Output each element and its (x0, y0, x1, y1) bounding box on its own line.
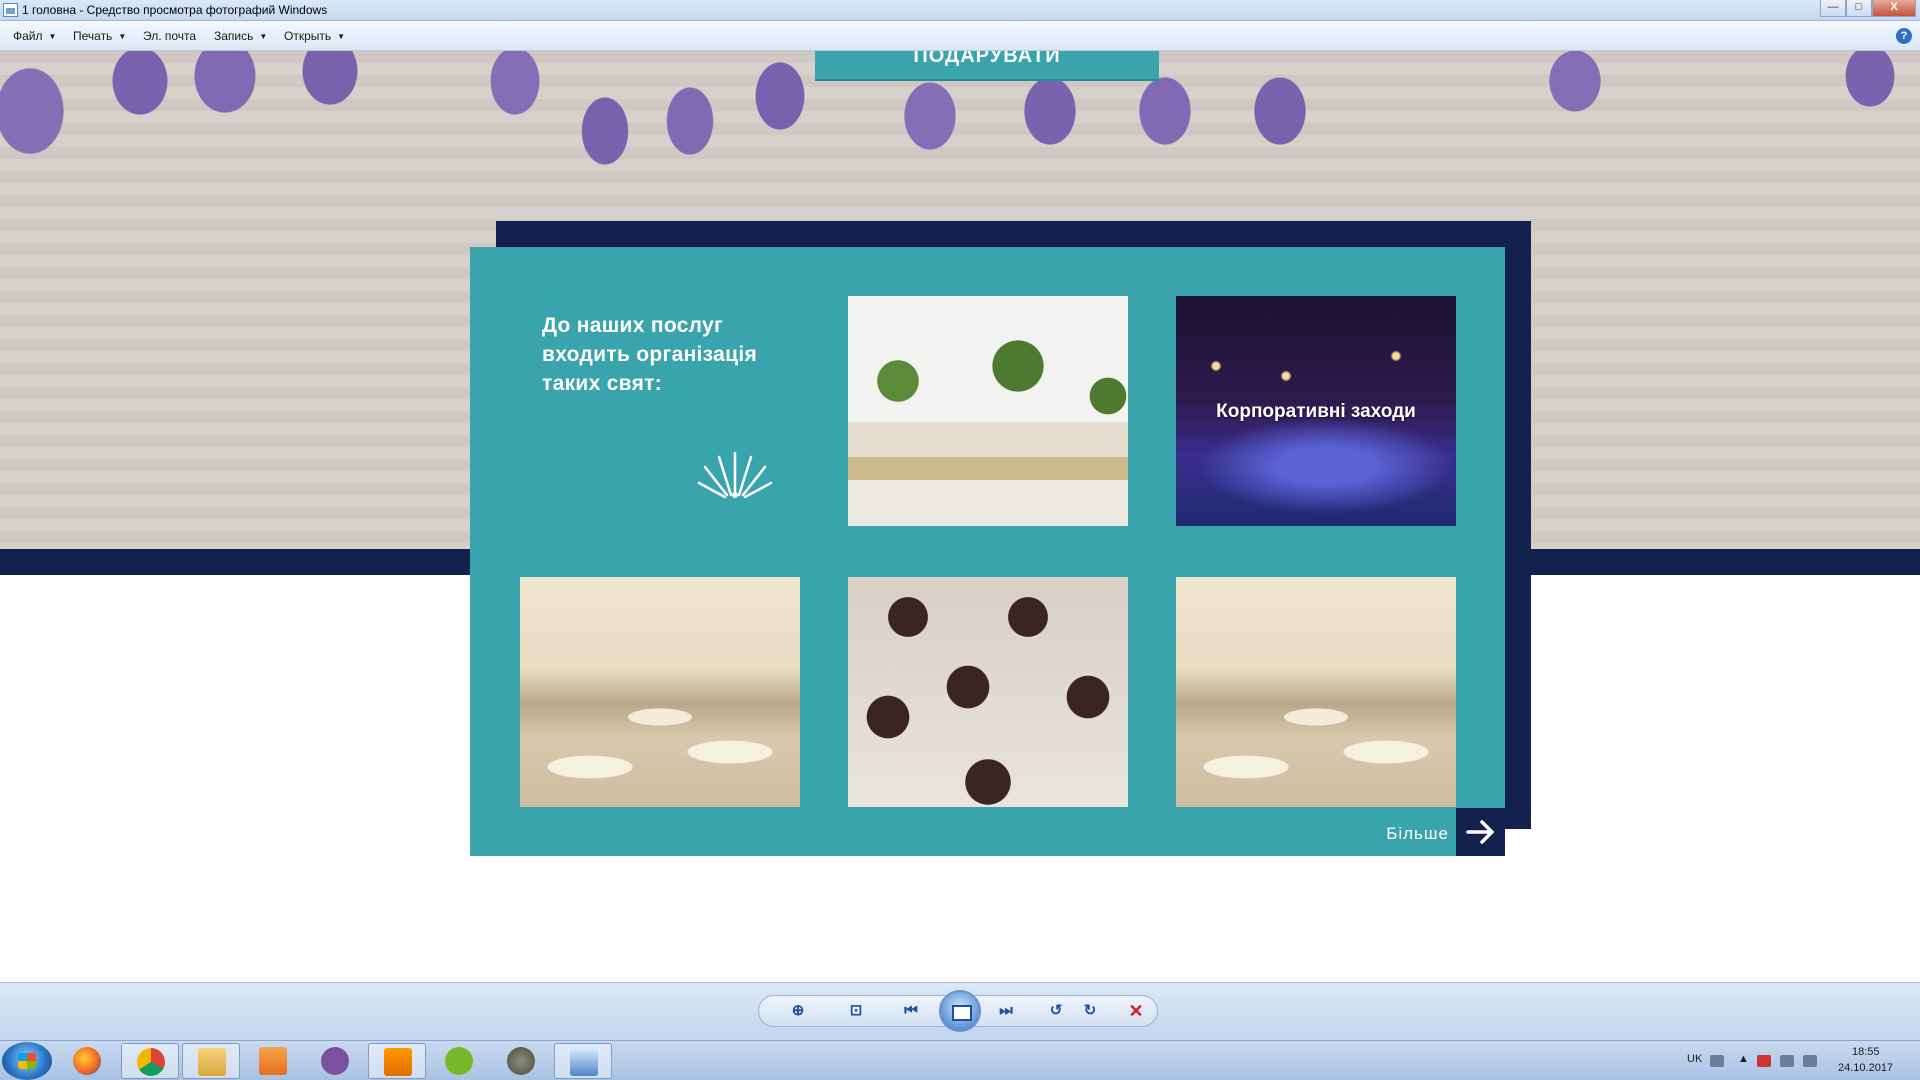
chrome-icon[interactable] (121, 1043, 179, 1079)
more-link: Більше (1386, 824, 1449, 843)
menu-print[interactable]: Печать ▼ (73, 29, 126, 43)
close-button[interactable]: X (1872, 0, 1916, 17)
photo-tile-banquet-hall[interactable] (848, 577, 1128, 807)
chevron-down-icon: ▼ (118, 32, 127, 42)
gift-button: ПОДАРУВАТИ (815, 51, 1159, 81)
language-indicator[interactable]: UK (1687, 1053, 1702, 1065)
start-button[interactable] (2, 1042, 52, 1080)
photo-viewer-icon[interactable] (554, 1043, 612, 1079)
services-card: До наших послуг входить організація таки… (470, 247, 1505, 856)
delete-icon[interactable]: ✕ (1125, 1001, 1147, 1021)
minimize-button[interactable]: — (1820, 0, 1846, 17)
photo-tile-corporate-events[interactable]: Корпоративні заходи (1176, 296, 1456, 526)
tray-expand-icon[interactable]: ▲ (1738, 1053, 1749, 1065)
clock-date[interactable]: 24.10.2017 (1838, 1062, 1893, 1074)
media-player-icon[interactable] (244, 1043, 302, 1079)
photo-viewer-window: 1 головна - Средство просмотра фотографи… (0, 0, 1920, 1080)
keyboard-icon[interactable] (1710, 1055, 1724, 1067)
viewer-toolbar: ⊕ ⊡ ⏮ ⏭ ↺ ↻ ✕ (0, 982, 1920, 1040)
clock-time[interactable]: 18:55 (1852, 1046, 1880, 1058)
image-viewport: ПОДАРУВАТИ До наших послуг входить орган… (0, 51, 1920, 982)
viber-icon[interactable] (306, 1043, 364, 1079)
chevron-down-icon: ▼ (48, 32, 57, 42)
fit-icon[interactable]: ⊡ (845, 1001, 867, 1021)
next-icon[interactable]: ⏭ (995, 1001, 1017, 1021)
sublime-icon[interactable] (368, 1043, 426, 1079)
rotate-left-icon[interactable]: ↺ (1045, 1001, 1067, 1021)
menu-email[interactable]: Эл. почта (143, 29, 196, 43)
title-bar: 1 головна - Средство просмотра фотографи… (0, 0, 1920, 21)
previous-icon[interactable]: ⏮ (900, 1001, 922, 1021)
services-heading: До наших послуг входить організація таки… (542, 314, 758, 395)
window-controls: — □ X (1820, 0, 1916, 18)
rotate-right-icon[interactable]: ↻ (1079, 1001, 1101, 1021)
more-arrow-button (1456, 808, 1505, 856)
network-icon[interactable] (1780, 1055, 1794, 1067)
explorer-icon[interactable] (182, 1043, 240, 1079)
firefox-icon[interactable] (58, 1043, 116, 1079)
gimp-icon[interactable] (492, 1043, 550, 1079)
zoom-icon[interactable]: ⊕ (787, 1001, 809, 1021)
menu-open[interactable]: Открыть ▼ (284, 29, 345, 43)
volume-icon[interactable] (1803, 1055, 1817, 1067)
slideshow-icon[interactable] (939, 990, 981, 1032)
fireworks-icon (697, 451, 773, 499)
photo-viewer-app-icon (3, 3, 18, 17)
photo-tile-floral-centerpieces[interactable] (848, 296, 1128, 526)
chevron-down-icon: ▼ (337, 32, 346, 42)
utorrent-icon[interactable] (430, 1043, 488, 1079)
window-title: 1 головна - Средство просмотра фотографи… (22, 3, 328, 17)
taskbar: UK ▲ 18:55 24.10.2017 (0, 1040, 1920, 1080)
tile-caption: Корпоративні заходи (1216, 400, 1416, 422)
menu-bar: Файл ▼ Печать ▼ Эл. почта Запись ▼ Открыть ▼… (0, 21, 1920, 51)
menu-file[interactable]: Файл ▼ (13, 29, 56, 43)
chevron-down-icon: ▼ (259, 32, 268, 42)
flag-icon[interactable] (1757, 1055, 1771, 1067)
help-icon[interactable]: ? (1896, 28, 1912, 44)
photo-tile-tent-banquet[interactable] (520, 577, 800, 807)
maximize-button[interactable]: □ (1846, 0, 1872, 17)
arrow-right-icon (1466, 820, 1494, 844)
menu-burn[interactable]: Запись ▼ (214, 29, 267, 43)
photo-tile-tent-banquet-2[interactable] (1176, 577, 1456, 807)
